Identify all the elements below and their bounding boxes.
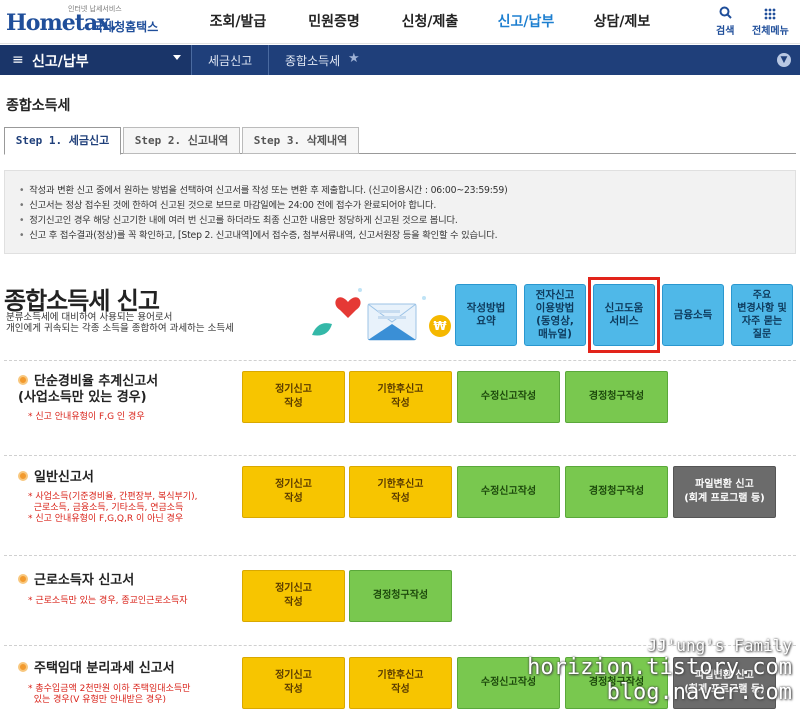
step-tabs: Step 1. 세금신고 Step 2. 신고내역 Step 3. 삭제내역 xyxy=(4,127,796,155)
section-note: 근로소득, 금융소득, 기타소득, 연금소득 xyxy=(28,503,184,513)
svg-text:₩: ₩ xyxy=(433,319,447,333)
section-title: 주택임대 분리과세 신고서 xyxy=(18,661,175,677)
section-title-text: 주택임대 분리과세 신고서 xyxy=(34,661,175,676)
correction-claim-button[interactable]: 경정청구작성 xyxy=(565,371,668,423)
breadcrumb-level1[interactable]: 세금신고 xyxy=(208,52,252,69)
amended-filing-button[interactable]: 수정신고작성 xyxy=(457,371,560,423)
orange-bullet-icon xyxy=(18,471,28,481)
nav-item-filing-payment[interactable]: 신고/납부 xyxy=(478,0,574,44)
section-heading: 종합소득세 신고 xyxy=(4,287,160,315)
section-title-text: 단순경비율 추계신고서 (사업소득만 있는 경우) xyxy=(18,374,159,405)
section-note: * 신고 안내유형이 F,G,Q,R 이 아닌 경우 xyxy=(28,514,184,524)
category-menu-dropdown[interactable]: ≡ 신고/납부 xyxy=(0,45,192,75)
expand-circle-icon[interactable]: ▼ xyxy=(777,53,791,67)
section-note: 있는 경우(V 유형만 안내받은 경우) xyxy=(28,695,166,705)
guide-summary-label: 작성방법 요약 xyxy=(466,302,506,327)
notice-item: 신고서는 정상 접수된 것에 한하여 신고된 것으로 보므로 마감일에는 24:… xyxy=(19,198,781,213)
nav-item-application[interactable]: 신청/제출 xyxy=(382,0,478,44)
section-note: * 사업소득(기준경비율, 간편장부, 복식부기), xyxy=(28,492,198,502)
section-divider xyxy=(4,555,796,556)
section-description: 분류소득세에 대비하여 사용되는 용어로서 개인에게 귀속되는 각종 소득을 종… xyxy=(6,312,234,334)
section-divider xyxy=(4,360,796,361)
faq-changes-button[interactable]: 주요 변경사항 및 자주 묻는 질문 xyxy=(731,284,793,346)
grid-menu-icon xyxy=(752,6,789,22)
logo-korean: 국세청홈택스 xyxy=(92,20,159,34)
nav-item-consult[interactable]: 상담/제보 xyxy=(574,0,670,44)
faq-changes-label: 주요 변경사항 및 자주 묻는 질문 xyxy=(737,290,787,340)
late-filing-button[interactable]: 기한후신고 작성 xyxy=(349,657,452,709)
all-menu-button[interactable]: 전체메뉴 xyxy=(752,6,789,37)
top-header: 인터넷 납세서비스 Hometax. 국세청홈택스 조회/발급 민원증명 신청/… xyxy=(0,0,800,44)
watermark-line: blog.naver.com xyxy=(606,680,792,705)
main-nav: 조회/발급 민원증명 신청/제출 신고/납부 상담/제보 xyxy=(190,0,670,44)
amended-filing-button[interactable]: 수정신고작성 xyxy=(457,466,560,518)
nav-item-certificate[interactable]: 민원증명 xyxy=(286,0,382,44)
guide-summary-button[interactable]: 작성방법 요약 xyxy=(455,284,517,346)
watermark-line: horizion.tistory.com xyxy=(527,655,792,680)
all-menu-label: 전체메뉴 xyxy=(752,26,789,37)
breadcrumb-level2[interactable]: 종합소득세 xyxy=(285,52,340,69)
regular-filing-button[interactable]: 정기신고 작성 xyxy=(242,371,345,423)
section-title-text: 근로소득자 신고서 xyxy=(34,573,135,588)
hamburger-icon: ≡ xyxy=(12,52,24,68)
tax-illustration: ₩ xyxy=(312,288,451,341)
highlight-box xyxy=(588,277,660,353)
search-label: 검색 xyxy=(716,26,735,37)
financial-income-label: 금융소득 xyxy=(673,308,713,321)
section-title: 일반신고서 xyxy=(18,470,94,486)
breadcrumb-divider xyxy=(268,45,269,75)
section-note: * 신고 안내유형이 F,G 인 경우 xyxy=(28,412,145,422)
watermark-line: JJ'ung's Family xyxy=(647,636,793,655)
correction-claim-button[interactable]: 경정청구작성 xyxy=(565,466,668,518)
category-menu-label: 신고/납부 xyxy=(32,54,89,70)
section-title: 근로소득자 신고서 xyxy=(18,573,134,589)
breadcrumb: ≡ 신고/납부 세금신고 종합소득세 ★ ▼ xyxy=(0,45,800,75)
blog-watermark: JJ'ung's Family horizion.tistory.com blo… xyxy=(527,636,792,705)
section-description-line: 분류소득세에 대비하여 사용되는 용어로서 xyxy=(6,312,173,323)
late-filing-button[interactable]: 기한후신고 작성 xyxy=(349,371,452,423)
notice-item: 신고 후 접수결과(정상)를 꼭 확인하고, [Step 2. 신고내역]에서 … xyxy=(19,228,781,243)
notice-item: 작성과 변환 신고 중에서 원하는 방법을 선택하여 신고서를 작성 또는 변환… xyxy=(19,183,781,198)
nav-item-inquiry[interactable]: 조회/발급 xyxy=(190,0,286,44)
orange-bullet-icon xyxy=(18,662,28,672)
search-icon xyxy=(716,6,734,22)
late-filing-button[interactable]: 기한후신고 작성 xyxy=(349,466,452,518)
notice-item: 정기신고인 경우 해당 신고기한 내에 여러 번 신고를 하더라도 최종 신고한… xyxy=(19,213,781,228)
file-conversion-button[interactable]: 파일변환 신고 (회계 프로그램 등) xyxy=(673,466,776,518)
search-button[interactable]: 검색 xyxy=(716,6,734,37)
regular-filing-button[interactable]: 정기신고 작성 xyxy=(242,466,345,518)
section-note: * 근로소득만 있는 경우, 종교인근로소득자 xyxy=(28,596,188,606)
section-note: * 총수입금액 2천만원 이하 주택임대소득만 xyxy=(28,684,191,694)
regular-filing-button[interactable]: 정기신고 작성 xyxy=(242,570,345,622)
orange-bullet-icon xyxy=(18,574,28,584)
notice-box: 작성과 변환 신고 중에서 원하는 방법을 선택하여 신고서를 작성 또는 변환… xyxy=(4,170,796,254)
section-divider xyxy=(4,455,796,456)
financial-income-button[interactable]: 금융소득 xyxy=(662,284,724,346)
e-filing-howto-label: 전자신고 이용방법 (동영상, 매뉴얼) xyxy=(535,289,575,340)
section-title-text: 일반신고서 xyxy=(34,470,94,485)
caret-down-icon xyxy=(173,55,181,60)
correction-claim-button[interactable]: 경정청구작성 xyxy=(349,570,452,622)
orange-bullet-icon xyxy=(18,375,28,385)
e-filing-howto-button[interactable]: 전자신고 이용방법 (동영상, 매뉴얼) xyxy=(524,284,586,346)
regular-filing-button[interactable]: 정기신고 작성 xyxy=(242,657,345,709)
tab-step1[interactable]: Step 1. 세금신고 xyxy=(4,127,121,155)
tab-step3[interactable]: Step 3. 삭제내역 xyxy=(242,127,359,154)
page-title: 종합소득세 xyxy=(6,98,71,114)
section-title: 단순경비율 추계신고서 (사업소득만 있는 경우) xyxy=(18,374,158,406)
favorite-star-icon[interactable]: ★ xyxy=(348,51,360,66)
section-description-line: 개인에게 귀속되는 각종 소득을 종합하여 과세하는 소득세 xyxy=(6,323,234,334)
tab-step2[interactable]: Step 2. 신고내역 xyxy=(123,127,240,154)
